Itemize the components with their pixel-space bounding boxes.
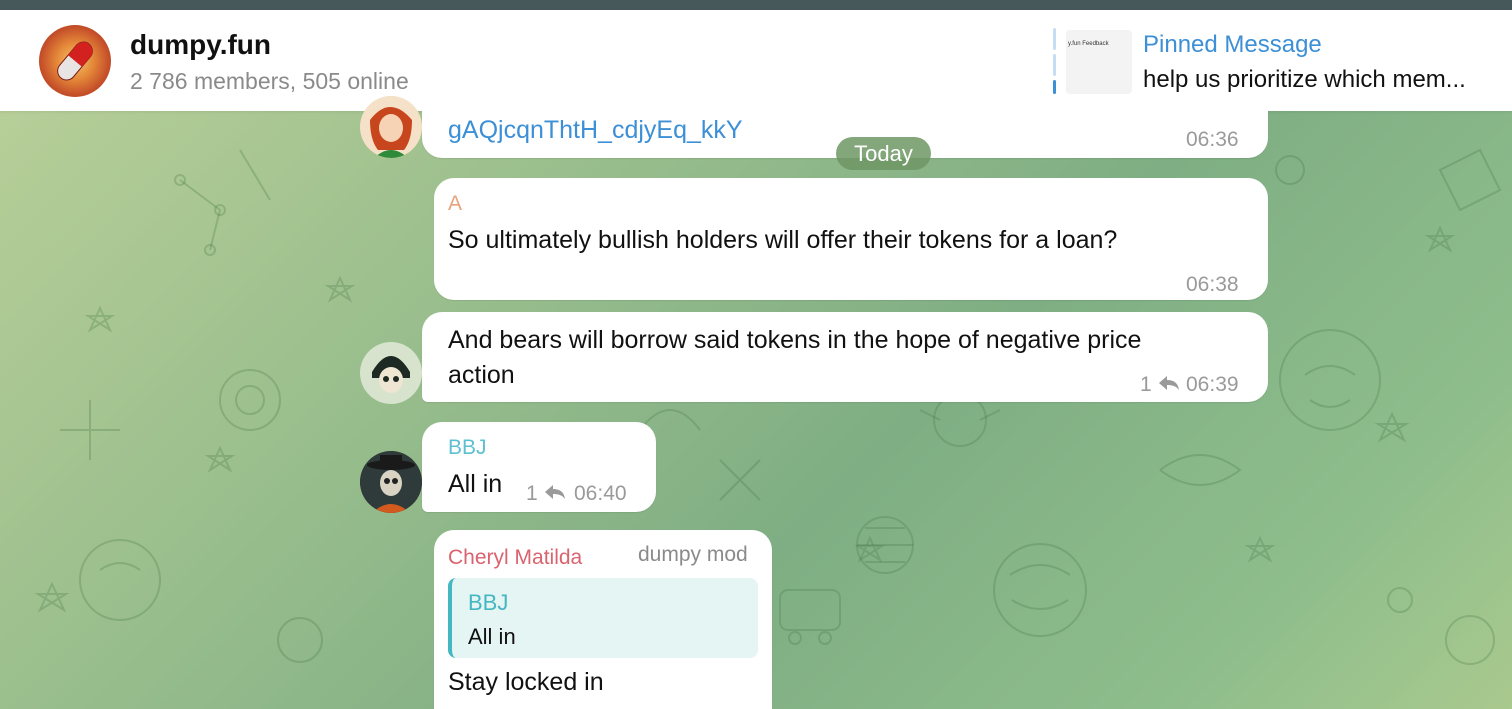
pinned-thumbnail-text: y.fun Feedback (1068, 41, 1109, 47)
message-time: 06:36 (1186, 128, 1239, 151)
message-text: So ultimately bullish holders will offer… (448, 226, 1118, 254)
pinned-thumbnail[interactable]: y.fun Feedback (1066, 30, 1132, 94)
quote-sender: BBJ (468, 590, 509, 615)
quote-text: All in (468, 624, 516, 649)
chat-header[interactable]: dumpy.fun 2 786 members, 505 online y.fu… (0, 10, 1512, 111)
reply-counter[interactable]: 1 (526, 482, 566, 506)
message-text: All in (448, 470, 503, 498)
message-text-line-1: And bears will borrow said tokens in the… (448, 326, 1142, 354)
chat-member-count: 2 786 members, 505 online (130, 68, 409, 94)
message-time: 06:40 (574, 482, 627, 505)
user-avatar[interactable] (360, 451, 422, 513)
reply-counter[interactable]: 1 (1140, 373, 1180, 397)
reply-icon (1158, 376, 1179, 390)
reply-icon (544, 485, 565, 499)
user-avatar[interactable] (360, 96, 422, 158)
chat-title: dumpy.fun (130, 29, 272, 60)
avatar-illustration (360, 96, 422, 158)
message-link[interactable]: gAQjcqnThtH_cdjyEq_kkY (448, 116, 743, 145)
message-time: 06:38 (1186, 273, 1239, 296)
message-sender[interactable]: BBJ (448, 436, 487, 460)
message-text-line-2: action (448, 361, 515, 389)
avatar-illustration (360, 342, 422, 404)
pinned-indicator (1053, 28, 1057, 94)
admin-badge: dumpy mod (638, 543, 748, 566)
pill-icon (57, 41, 93, 81)
reply-count: 1 (1140, 373, 1152, 396)
window-top-strip (0, 0, 1512, 10)
message-sender[interactable]: A (448, 192, 462, 216)
pinned-message-label[interactable]: Pinned Message (1143, 31, 1322, 59)
message-time: 06:39 (1186, 373, 1239, 396)
message-sender[interactable]: Cheryl Matilda (448, 546, 582, 570)
pinned-message-preview[interactable]: help us prioritize which mem... (1143, 66, 1466, 94)
date-separator: Today (836, 137, 931, 170)
message-text: Stay locked in (448, 668, 604, 696)
reply-count: 1 (526, 482, 538, 505)
group-avatar[interactable] (39, 25, 111, 97)
avatar-illustration (360, 451, 422, 513)
user-avatar[interactable] (360, 342, 422, 404)
